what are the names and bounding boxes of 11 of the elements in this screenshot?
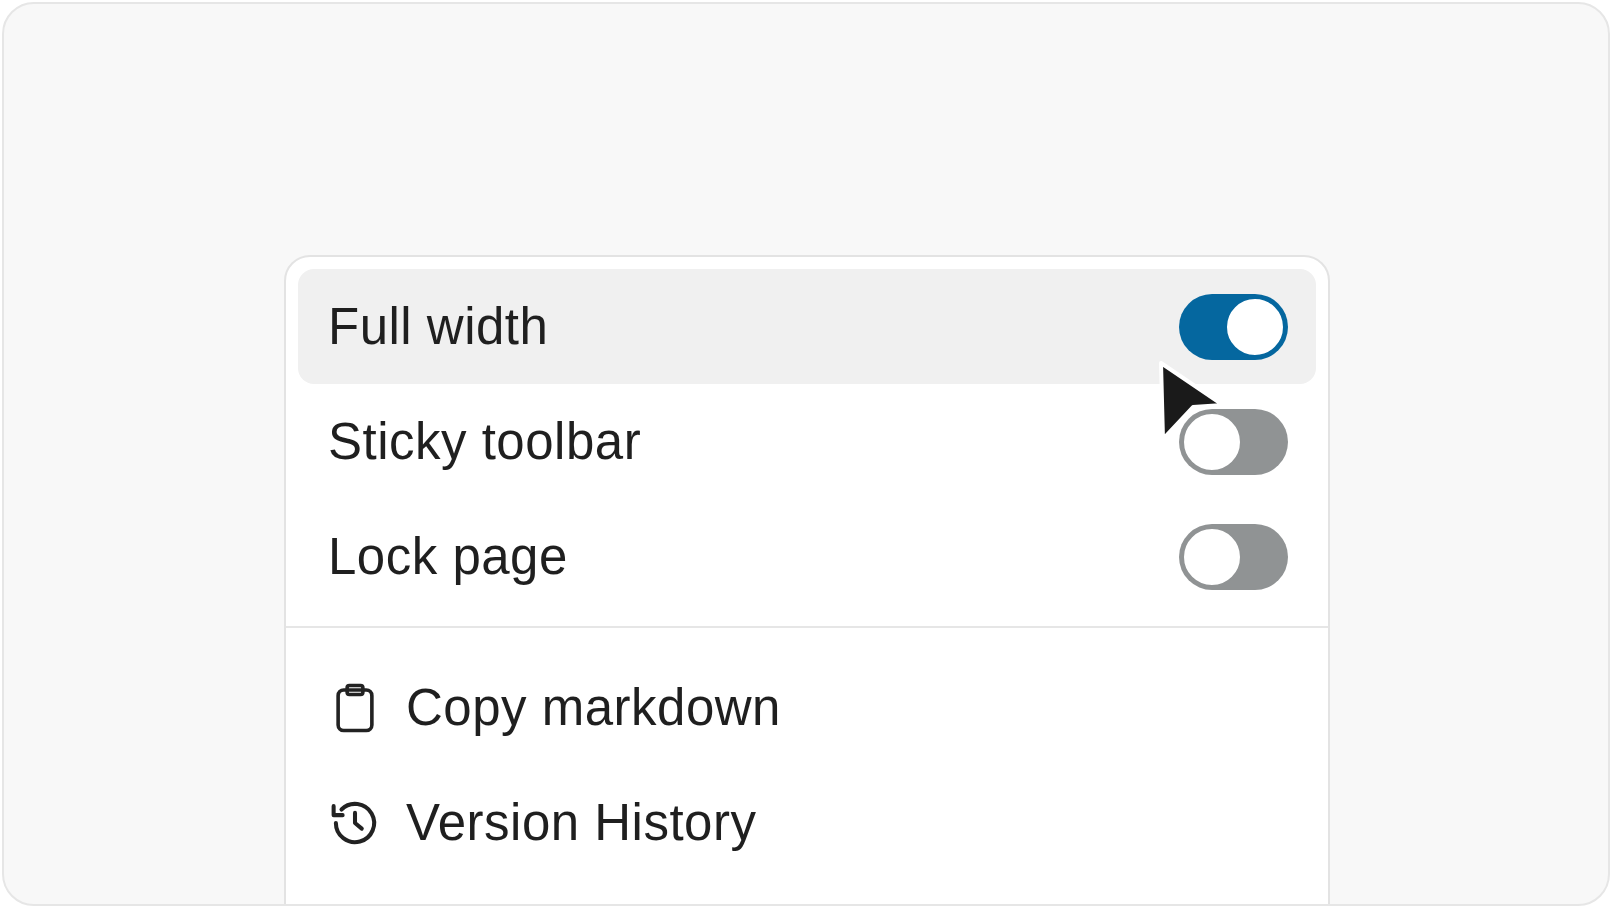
menu-item[interactable]: Version History [298, 765, 1316, 880]
menu-item-label: Copy markdown [406, 678, 781, 737]
menu-item[interactable]: Copy markdown [298, 650, 1316, 765]
toggle-switch[interactable] [1179, 408, 1288, 475]
toggle-label: Lock page [328, 527, 568, 586]
menu-row[interactable]: Sticky toolbar [298, 384, 1316, 499]
toggle-label: Full width [328, 297, 549, 356]
menu-item-label: Version History [406, 793, 757, 852]
menu-row[interactable]: Full width [298, 269, 1316, 384]
toggle-label: Sticky toolbar [328, 412, 642, 471]
menu-row[interactable]: Lock page [298, 499, 1316, 614]
